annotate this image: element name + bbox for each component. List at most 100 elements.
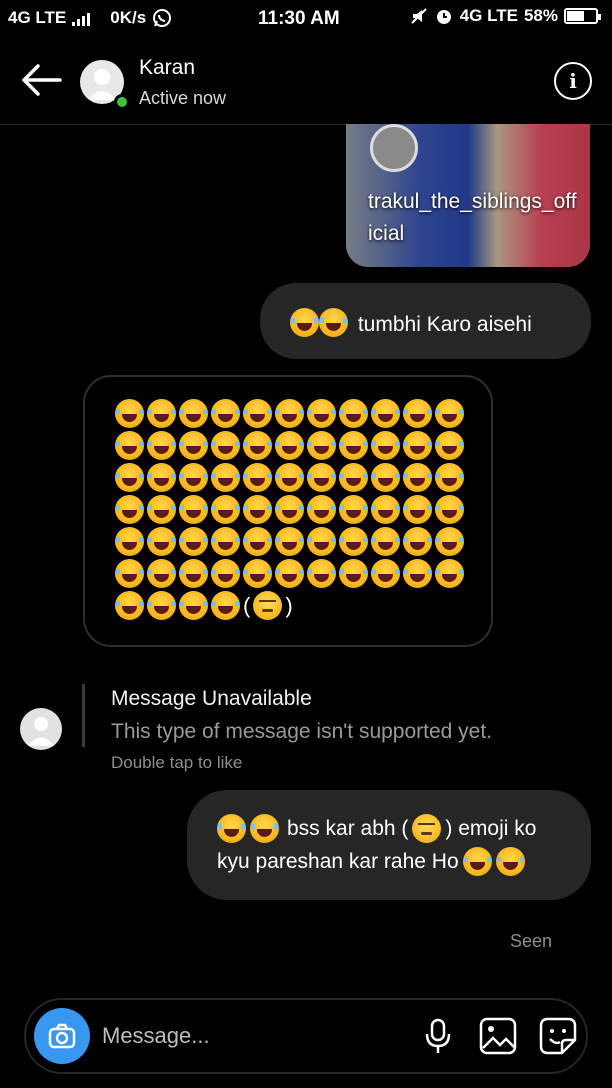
laughing-emoji-icon: [403, 430, 432, 460]
microphone-button[interactable]: [418, 1016, 458, 1056]
paren-open: (: [243, 592, 251, 618]
laughing-emoji-icon: [115, 590, 144, 620]
laughing-emoji-icon: [147, 526, 176, 556]
laughing-emoji-icon: [319, 308, 348, 337]
laughing-emoji-icon: [147, 558, 176, 588]
info-button[interactable]: i: [554, 62, 592, 100]
laughing-emoji-icon: [275, 430, 304, 460]
camera-button[interactable]: [34, 1008, 90, 1064]
emoji-row: [115, 429, 464, 461]
unavailable-subtitle: This type of message isn't supported yet…: [111, 720, 493, 743]
laughing-emoji-icon: [371, 462, 400, 492]
laughing-emoji-icon: [275, 526, 304, 556]
sender-avatar[interactable]: [20, 708, 62, 750]
laughing-emoji-icon: [403, 494, 432, 524]
laughing-emoji-icon: [371, 558, 400, 588]
laughing-emoji-icon: [307, 462, 336, 492]
emoji-row: [115, 557, 464, 589]
laughing-emoji-icon: [179, 462, 208, 492]
signal-icon: [72, 10, 91, 26]
laughing-emoji-icon: [147, 590, 176, 620]
laughing-emoji-icon: [179, 430, 208, 460]
quote-bar: [82, 684, 85, 747]
post-author-avatar: [370, 124, 418, 172]
network-label-right: 4G LTE: [459, 6, 518, 25]
sticker-button[interactable]: [538, 1016, 578, 1056]
status-right: 4G LTE 58%: [410, 6, 601, 26]
message-input[interactable]: [100, 1012, 404, 1060]
laughing-emoji-icon: [290, 308, 319, 337]
message-composer: [24, 998, 588, 1074]
battery-percent: 58%: [523, 6, 558, 25]
laughing-emoji-icon: [339, 494, 368, 524]
emoji-row: [115, 397, 464, 429]
laughing-emoji-icon: [275, 398, 304, 428]
laughing-emoji-icon: [435, 430, 464, 460]
post-username: trakul_the_siblings_official: [368, 190, 577, 245]
laughing-emoji-icon: [275, 558, 304, 588]
laughing-emoji-icon: [371, 430, 400, 460]
online-indicator: [114, 94, 130, 110]
laughing-emoji-icon: [462, 847, 492, 876]
status-left: 4G LTE 0K/s: [8, 8, 172, 28]
laughing-emoji-icon: [435, 398, 464, 428]
laughing-emoji-icon: [211, 494, 240, 524]
laughing-emoji-icon: [495, 847, 525, 876]
laughing-emoji-icon: [115, 398, 144, 428]
laughing-emoji-icon: [403, 398, 432, 428]
laughing-emoji-icon: [339, 462, 368, 492]
laughing-emoji-icon: [211, 590, 240, 620]
laughing-emoji-icon: [179, 526, 208, 556]
emoji-row: (): [115, 589, 464, 621]
info-icon: i: [569, 69, 577, 93]
laughing-emoji-icon: [179, 590, 208, 620]
laughing-emoji-icon: [115, 558, 144, 588]
laughing-emoji-icon: [275, 462, 304, 492]
sent-message[interactable]: tumbhi Karo aisehi: [260, 283, 591, 359]
laughing-emoji-icon: [211, 558, 240, 588]
laughing-emoji-icon: [243, 430, 272, 460]
laughing-emoji-icon: [403, 462, 432, 492]
data-speed: 0K/s: [110, 8, 147, 27]
gallery-button[interactable]: [478, 1016, 518, 1056]
paren-close: ): [285, 592, 293, 618]
laughing-emoji-icon: [307, 430, 336, 460]
laughing-emoji-icon: [371, 398, 400, 428]
laughing-emoji-icon: [307, 526, 336, 556]
laughing-emoji-icon: [179, 494, 208, 524]
laughing-emoji-icon: [243, 526, 272, 556]
back-button[interactable]: [18, 60, 64, 100]
laughing-emoji-icon: [115, 526, 144, 556]
received-emoji-message[interactable]: (): [83, 375, 493, 647]
laughing-emoji-icon: [339, 398, 368, 428]
laughing-emoji-icon: [371, 494, 400, 524]
laughing-emoji-icon: [307, 558, 336, 588]
laughing-emoji-icon: [250, 814, 279, 843]
laughing-emoji-icon: [275, 494, 304, 524]
unavailable-title: Message Unavailable: [111, 687, 312, 710]
laughing-emoji-icon: [339, 558, 368, 588]
shared-post[interactable]: trakul_the_siblings_official: [346, 124, 590, 267]
contact-name[interactable]: Karan: [139, 56, 195, 80]
message-text: tumbhi Karo aisehi: [357, 313, 532, 336]
laughing-emoji-icon: [307, 398, 336, 428]
laughing-emoji-icon: [147, 430, 176, 460]
laughing-emoji-icon: [115, 430, 144, 460]
laughing-emoji-icon: [243, 558, 272, 588]
emoji-row: [115, 493, 464, 525]
clock: 11:30 AM: [258, 8, 340, 29]
whatsapp-icon: [153, 9, 172, 27]
network-label: 4G LTE: [8, 8, 67, 27]
laughing-emoji-icon: [243, 494, 272, 524]
sent-message[interactable]: bss kar abh ( ) emoji ko kyu pareshan ka…: [187, 790, 591, 900]
laughing-emoji-icon: [217, 814, 246, 843]
laughing-emoji-icon: [115, 462, 144, 492]
laughing-emoji-icon: [211, 398, 240, 428]
message-text: kyu pareshan kar rahe Ho: [217, 849, 459, 873]
avatar-placeholder-icon: [28, 717, 54, 746]
laughing-emoji-icon: [147, 398, 176, 428]
gallery-icon: [479, 1017, 517, 1055]
laughing-emoji-icon: [147, 462, 176, 492]
laughing-emoji-icon: [371, 526, 400, 556]
laughing-emoji-icon: [211, 462, 240, 492]
